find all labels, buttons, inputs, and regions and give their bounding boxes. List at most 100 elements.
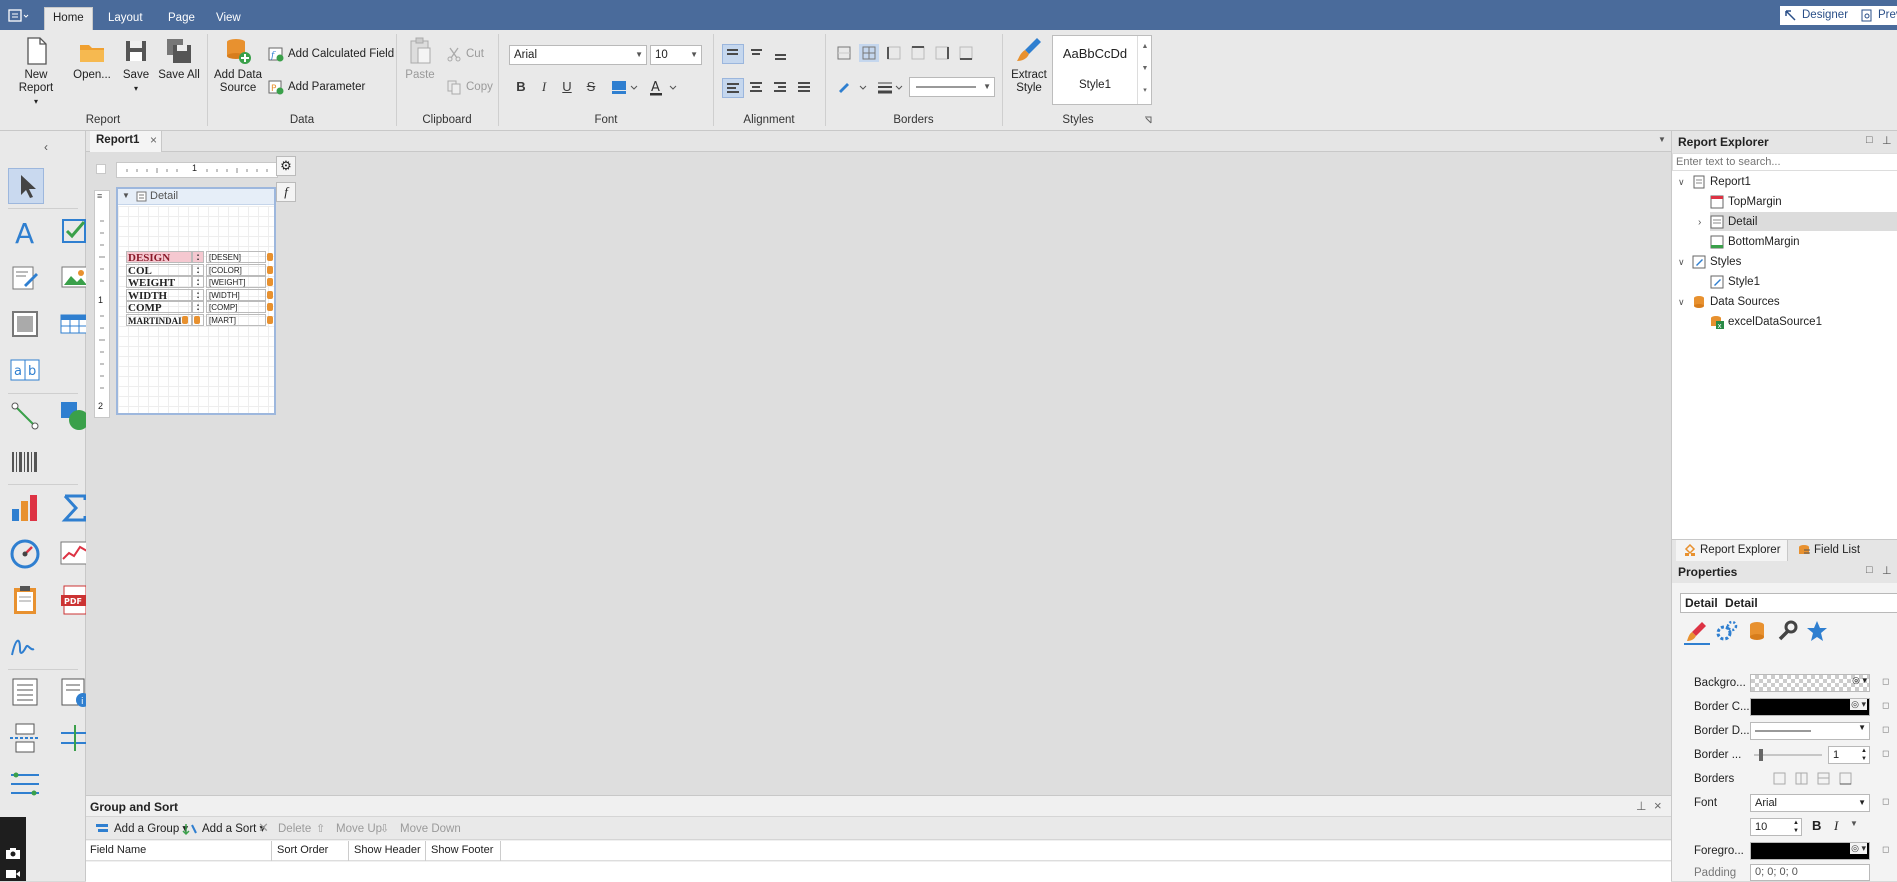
background-color-button[interactable]	[610, 78, 638, 96]
line-tool[interactable]	[8, 399, 42, 433]
field-binding-icon[interactable]	[267, 315, 273, 324]
border-width-button[interactable]	[876, 78, 906, 96]
reset-icon[interactable]: ◻	[1882, 676, 1889, 687]
cut-button[interactable]: Cut	[446, 46, 484, 62]
report-label-cell[interactable]: WIDTH	[126, 288, 192, 301]
tab-favorites[interactable]	[1804, 619, 1830, 645]
pointer-tool[interactable]	[8, 168, 44, 204]
prop-font-size-field[interactable]: 10 ▲ ▼	[1750, 818, 1802, 836]
tab-appearance[interactable]	[1684, 619, 1710, 645]
tree-toggle[interactable]: ›	[1698, 213, 1701, 231]
gallery-scroll[interactable]: ▲ ▼ ▾	[1137, 36, 1152, 104]
label-tool[interactable]: A	[8, 215, 42, 250]
add-sort-button[interactable]: Add a Sort ▾	[182, 821, 265, 837]
add-calculated-field-button[interactable]: f Add Calculated Field	[268, 46, 394, 62]
font-color-button[interactable]: A	[648, 78, 678, 96]
align-left-button[interactable]	[722, 78, 744, 98]
open-button[interactable]: Open...	[70, 36, 114, 82]
character-comb-tool[interactable]: ab	[8, 353, 42, 387]
prop-border-width-input[interactable]: 1 ▲ ▼	[1828, 746, 1870, 764]
column-field-name[interactable]: Field Name	[86, 841, 272, 861]
tab-report1[interactable]: Report1 ×	[90, 131, 162, 152]
align-justify-button[interactable]	[794, 78, 814, 96]
copy-button[interactable]: Copy	[446, 79, 493, 95]
page-break-tool[interactable]	[8, 721, 42, 755]
band-expression-icon[interactable]: f	[276, 182, 296, 202]
column-show-header[interactable]: Show Header	[350, 841, 426, 861]
strikethrough-button[interactable]: S	[582, 78, 600, 96]
prop-padding-field[interactable]: 0; 0; 0; 0	[1750, 864, 1870, 881]
report-label-cell[interactable]: COMP	[126, 301, 192, 313]
tab-field-list[interactable]: Field List	[1790, 540, 1874, 561]
new-report-button[interactable]: New Report ▾	[6, 36, 66, 108]
signature-tool[interactable]	[8, 629, 42, 663]
report-label-cell[interactable]: DESIGN	[126, 251, 192, 263]
save-button[interactable]: Save ▾	[118, 36, 154, 95]
richtext-tool[interactable]	[8, 261, 42, 295]
close-icon[interactable]: ×	[150, 133, 157, 147]
reset-icon[interactable]: ◻	[1882, 724, 1889, 735]
tab-page[interactable]: Page	[160, 8, 203, 30]
reset-icon[interactable]: ◻	[1882, 700, 1889, 711]
tab-data[interactable]	[1744, 619, 1770, 645]
save-all-button[interactable]: Save All	[156, 36, 202, 82]
tab-behavior[interactable]	[1714, 619, 1740, 645]
add-group-button[interactable]: Add a Group ▾	[94, 821, 188, 837]
field-binding-icon[interactable]	[267, 278, 273, 286]
style-gallery[interactable]: AaBbCcDd Style1 ▲ ▼ ▾	[1052, 35, 1152, 105]
column-show-footer[interactable]: Show Footer	[427, 841, 501, 861]
prop-border-dash-field[interactable]: ▼	[1750, 722, 1870, 740]
tree-toggle[interactable]: ∨	[1678, 173, 1685, 191]
align-top-left-button[interactable]	[722, 44, 744, 64]
add-data-source-button[interactable]: Add Data Source	[212, 36, 264, 95]
prop-font-name-field[interactable]: Arial ▼	[1750, 794, 1870, 812]
align-bottom-button[interactable]	[770, 44, 790, 62]
maximize-icon[interactable]: □	[1866, 564, 1873, 576]
prop-border-width-slider[interactable]	[1752, 746, 1824, 764]
collapse-band-icon[interactable]: ▼	[122, 191, 130, 200]
column-sort-order[interactable]: Sort Order	[273, 841, 349, 861]
report-field-cell[interactable]: [MART]	[206, 313, 266, 326]
report-field-cell[interactable]: [DESEN]	[206, 251, 266, 263]
tree-toggle[interactable]: ∨	[1678, 253, 1685, 271]
prop-foreground-field[interactable]: ◎ ▾	[1750, 842, 1870, 860]
align-center-button[interactable]	[746, 78, 766, 96]
selected-object-combo[interactable]: Detail Detail	[1680, 593, 1897, 613]
report-field-cell[interactable]: [COLOR]	[206, 263, 266, 276]
report-field-cell[interactable]: [WEIGHT]	[206, 276, 266, 288]
align-right-button[interactable]	[770, 78, 790, 96]
panel-tool[interactable]	[8, 307, 42, 341]
prop-font-bold-button[interactable]: B	[1812, 818, 1821, 833]
close-icon[interactable]: ×	[1654, 798, 1662, 813]
band-tasks-gear-icon[interactable]: ⚙	[276, 156, 296, 176]
delete-button[interactable]: ✕ Delete	[258, 821, 311, 837]
report-separator-cell[interactable]: :	[192, 263, 204, 276]
report-separator-cell[interactable]: :	[192, 288, 204, 301]
report-label-cell[interactable]: WEIGHT	[126, 276, 192, 288]
field-binding-icon[interactable]	[267, 290, 273, 299]
video-icon[interactable]	[5, 869, 21, 879]
spin-icon[interactable]: ▲ ▼	[1861, 747, 1867, 763]
chart-tool[interactable]	[8, 491, 42, 525]
explorer-search-input[interactable]	[1672, 153, 1897, 171]
reset-icon[interactable]: ◻	[1882, 844, 1889, 855]
border-sides-buttons[interactable]	[836, 44, 976, 62]
italic-button[interactable]: I	[535, 78, 553, 96]
prop-background-field[interactable]: ◎ ▾	[1750, 674, 1870, 692]
reset-icon[interactable]: ◻	[1882, 748, 1889, 759]
pin-icon[interactable]: ⊥	[1882, 134, 1892, 147]
report-separator-cell[interactable]: :	[192, 251, 204, 263]
camera-icon[interactable]	[5, 847, 21, 859]
app-menu-icon[interactable]	[8, 9, 30, 23]
maximize-icon[interactable]: □	[1866, 134, 1873, 146]
color-picker-icon[interactable]: ◎ ▾	[1850, 699, 1867, 710]
font-name-combo[interactable]: Arial ▼	[509, 45, 647, 65]
dialog-launcher-icon[interactable]	[1144, 115, 1152, 124]
pin-icon[interactable]: ⊥	[1882, 564, 1892, 577]
prop-borders-buttons[interactable]	[1772, 771, 1872, 787]
report-field-cell[interactable]: [COMP]	[206, 301, 266, 313]
move-up-button[interactable]: ⇧ Move Up	[316, 821, 382, 837]
add-parameter-button[interactable]: P Add Parameter	[268, 79, 365, 95]
underline-button[interactable]: U	[558, 78, 576, 96]
color-picker-icon[interactable]: ◎ ▾	[1852, 675, 1867, 686]
